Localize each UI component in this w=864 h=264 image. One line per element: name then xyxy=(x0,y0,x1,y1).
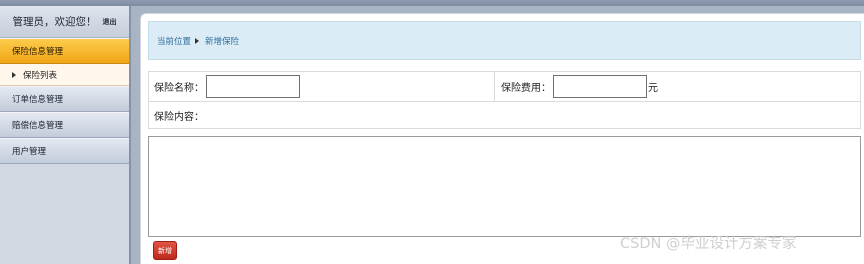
menu-item-insurance-label: 保险信息管理 xyxy=(12,47,64,57)
triangle-right-icon xyxy=(12,71,16,78)
breadcrumb-current: 新增保险 xyxy=(205,36,240,47)
menu-item-claims[interactable]: 赔偿信息管理 xyxy=(0,112,129,138)
welcome-text: 管理员，欢迎您！ xyxy=(12,16,97,28)
content-textarea[interactable] xyxy=(148,136,861,237)
content-label: 保险内容： xyxy=(154,111,204,123)
menu-item-users[interactable]: 用户管理 xyxy=(0,138,129,164)
breadcrumb: 当前位置 新增保险 xyxy=(148,21,861,60)
name-label: 保险名称： xyxy=(154,83,204,94)
menu-item-claims-label: 赔偿信息管理 xyxy=(12,121,64,131)
name-input[interactable] xyxy=(206,75,300,98)
form-row: 保险内容： xyxy=(149,102,860,128)
fee-unit: 元 xyxy=(648,83,658,94)
sidebar-header: 管理员，欢迎您！ 退出 xyxy=(0,6,129,38)
menu-item-orders[interactable]: 订单信息管理 xyxy=(0,86,129,112)
fee-input[interactable] xyxy=(553,75,647,98)
sidebar: 管理员，欢迎您！ 退出 保险信息管理 保险列表 订单信息管理 赔偿信息管理 用户… xyxy=(0,6,131,264)
submenu-item-insurance-list[interactable]: 保险列表 xyxy=(0,64,129,86)
name-cell: 保险名称： xyxy=(149,72,495,101)
menu-item-users-label: 用户管理 xyxy=(12,147,47,157)
logout-link[interactable]: 退出 xyxy=(103,17,117,27)
menu-item-insurance[interactable]: 保险信息管理 xyxy=(0,38,129,64)
form-row: 保险名称： 保险费用： 元 xyxy=(149,72,860,102)
main-panel: 当前位置 新增保险 保险名称： 保险费用： 元 保险内容： 新增 xyxy=(140,13,864,264)
breadcrumb-location[interactable]: 当前位置 xyxy=(157,35,191,47)
submenu-item-insurance-list-label: 保险列表 xyxy=(23,70,58,81)
insurance-form: 保险名称： 保险费用： 元 保险内容： xyxy=(148,71,861,129)
add-button[interactable]: 新增 xyxy=(153,241,177,260)
watermark-text: CSDN @毕业设计方案专家 xyxy=(620,236,797,252)
fee-label: 保险费用： xyxy=(501,83,551,94)
menu-item-orders-label: 订单信息管理 xyxy=(12,95,64,105)
triangle-right-icon xyxy=(195,37,200,44)
fee-cell: 保险费用： 元 xyxy=(495,72,860,101)
